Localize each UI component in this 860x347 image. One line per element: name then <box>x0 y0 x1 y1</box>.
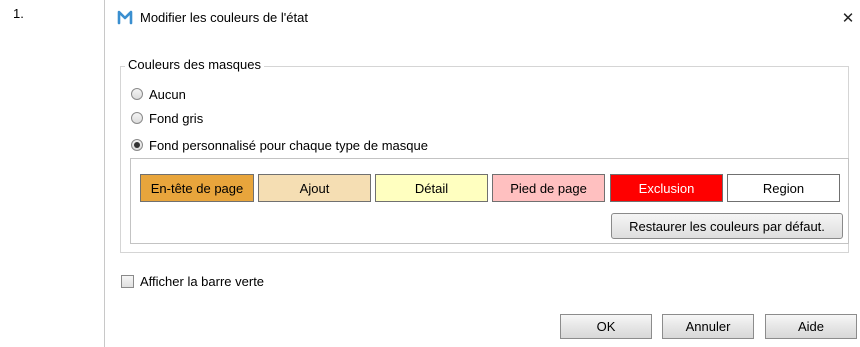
swatch-detail[interactable]: Détail <box>375 174 488 202</box>
help-button[interactable]: Aide <box>765 314 857 339</box>
radio-option-custom-background[interactable]: Fond personnalisé pour chaque type de ma… <box>131 136 428 154</box>
swatch-header[interactable]: En-tête de page <box>140 174 254 202</box>
restore-default-colors-button[interactable]: Restaurer les couleurs par défaut. <box>611 213 843 239</box>
radio-label: Aucun <box>149 86 186 102</box>
swatch-exclusion[interactable]: Exclusion <box>610 174 723 202</box>
cancel-button[interactable]: Annuler <box>662 314 754 339</box>
modify-colors-dialog: Modifier les couleurs de l'état ✕ Couleu… <box>104 0 860 347</box>
radio-button[interactable] <box>131 112 143 124</box>
app-logo-icon <box>117 10 133 25</box>
swatch-label: Exclusion <box>638 180 695 196</box>
radio-label: Fond gris <box>149 110 204 126</box>
radio-button-selected[interactable] <box>131 139 143 151</box>
swatch-label: Region <box>762 180 805 196</box>
swatch-footer[interactable]: Pied de page <box>492 174 605 202</box>
swatch-label: Ajout <box>299 180 330 196</box>
swatch-region[interactable]: Region <box>727 174 840 202</box>
close-icon: ✕ <box>841 10 855 27</box>
radio-option-gray-background[interactable]: Fond gris <box>131 109 203 127</box>
show-green-bar-option[interactable]: Afficher la barre verte <box>121 274 264 289</box>
color-swatch-panel: En-tête de page Ajout Détail Pied de pag… <box>130 158 849 244</box>
dialog-title: Modifier les couleurs de l'état <box>140 10 308 25</box>
radio-button[interactable] <box>131 88 143 100</box>
radio-option-none[interactable]: Aucun <box>131 85 186 103</box>
swatch-label: Détail <box>414 180 449 196</box>
swatch-addition[interactable]: Ajout <box>258 174 371 202</box>
show-green-bar-checkbox[interactable] <box>121 275 134 288</box>
step-number: 1. <box>13 6 24 21</box>
swatch-label: Pied de page <box>510 180 587 196</box>
checkbox-label: Afficher la barre verte <box>140 274 265 289</box>
dialog-titlebar: Modifier les couleurs de l'état ✕ <box>105 0 860 36</box>
groupbox-legend: Couleurs des masques <box>125 57 264 72</box>
close-button[interactable]: ✕ <box>835 4 860 32</box>
radio-label: Fond personnalisé pour chaque type de ma… <box>149 137 428 153</box>
ok-button[interactable]: OK <box>560 314 652 339</box>
swatch-label: En-tête de page <box>150 180 244 196</box>
